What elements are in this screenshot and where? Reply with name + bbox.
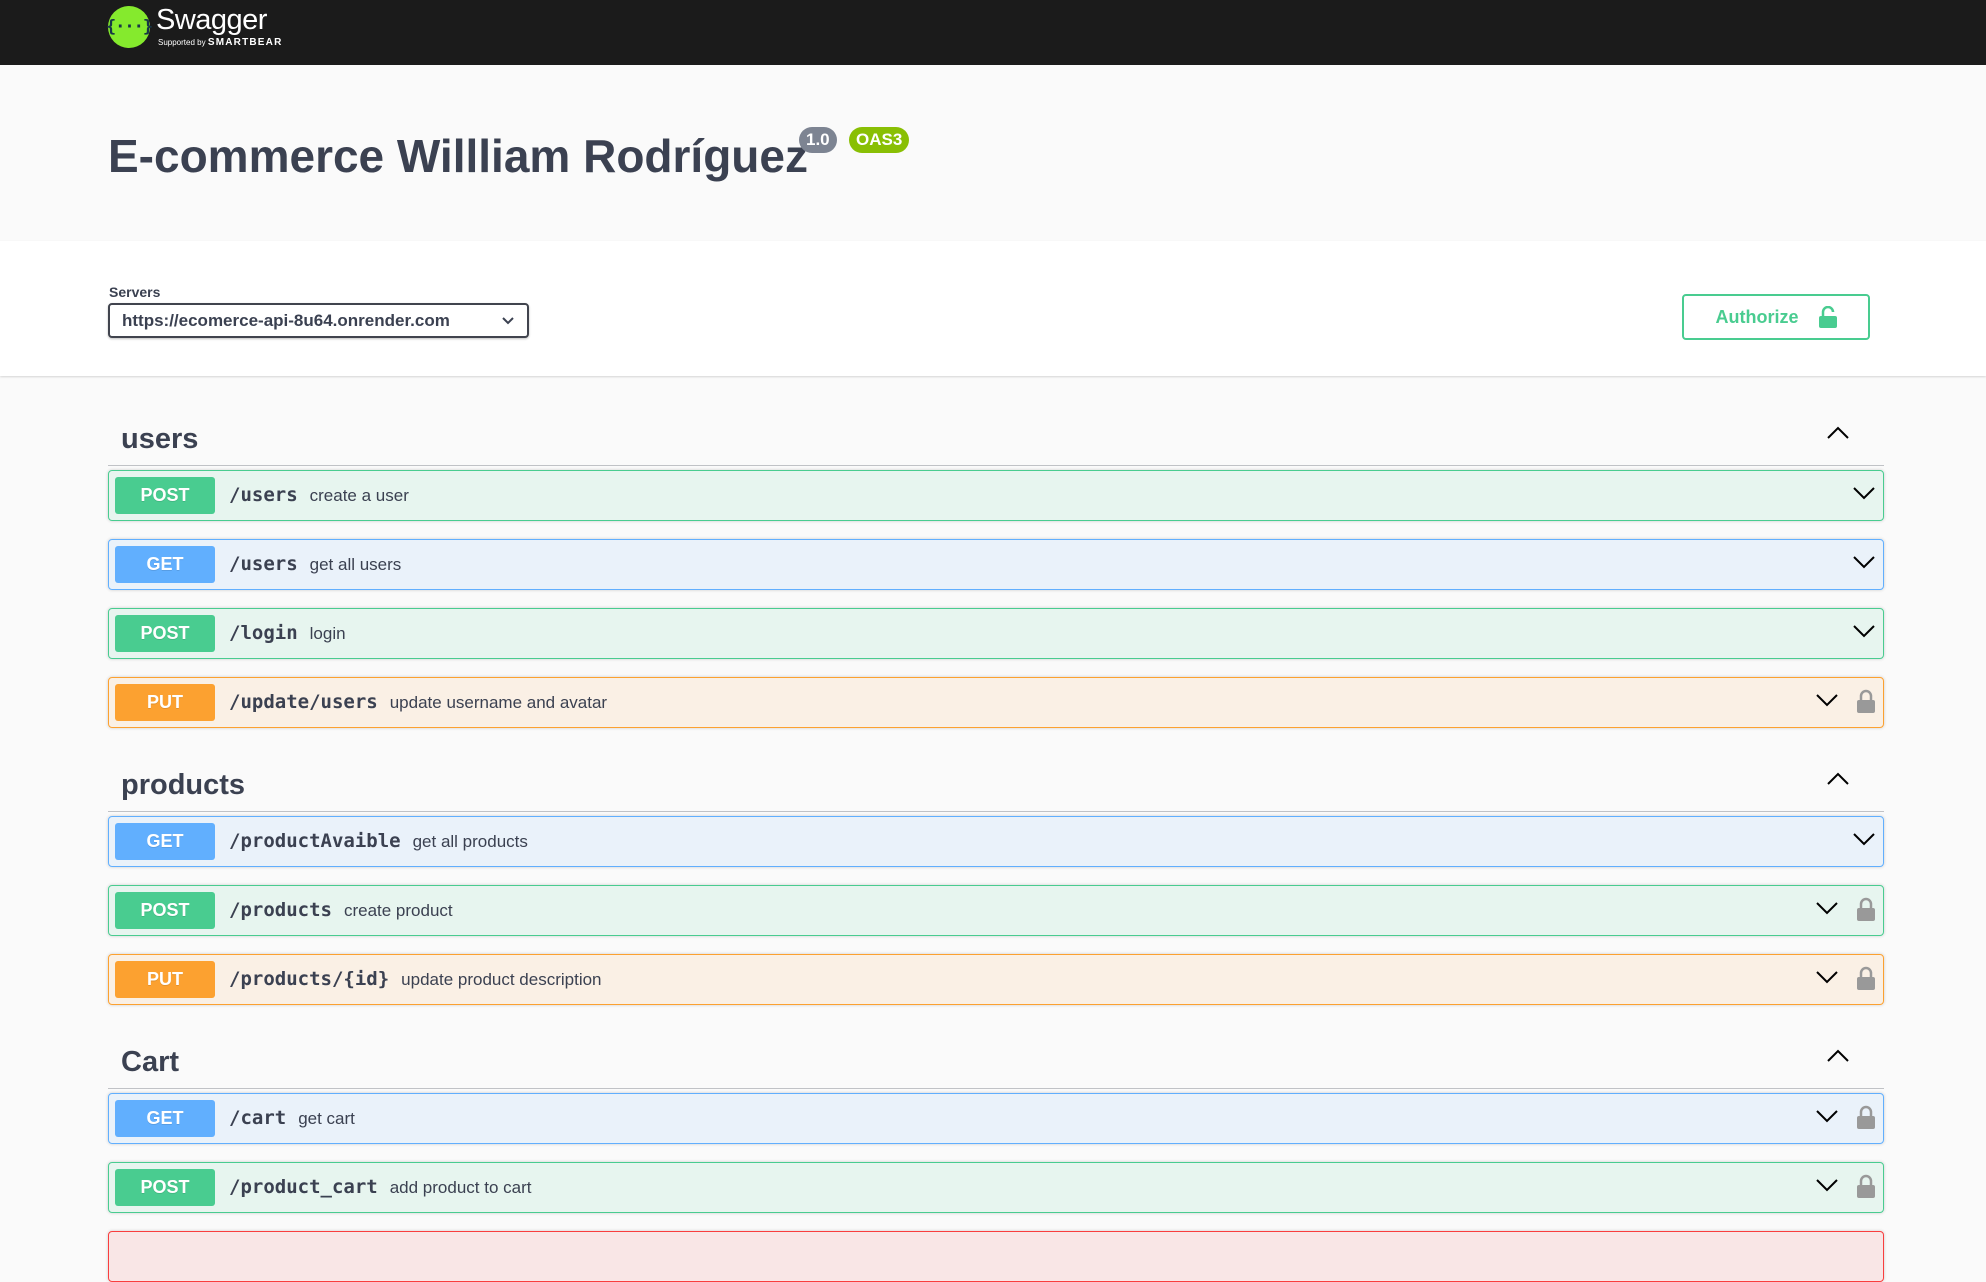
operation-summary: create product [343,901,453,920]
servers-select[interactable]: https://ecomerce-api-8u64.onrender.com [108,303,529,338]
tag-title: users [121,423,199,455]
api-title: E-commerce Willliam Rodríguez [108,130,808,182]
oas-badge: OAS3 [849,127,910,153]
method-badge: GET [115,823,215,860]
servers-label: Servers [109,284,161,300]
lock-icon[interactable] [1857,966,1875,995]
method-badge: GET [115,1100,215,1137]
swagger-logo-name: Swagger [156,4,267,36]
operation-partial[interactable] [108,1231,1884,1282]
operation-path: /product_cart add product to cart [229,1176,532,1198]
top-bar: {···} Swagger Supported by SMARTBEAR [0,0,1986,65]
chevron-down-icon[interactable] [1815,693,1839,712]
chevron-down-icon[interactable] [1815,901,1839,920]
chevron-up-icon[interactable] [1826,426,1850,445]
api-info: E-commerce Willliam Rodríguez 1.0 OAS3 [0,65,1986,241]
chevron-down-icon[interactable] [1852,486,1876,505]
operation-get[interactable]: GET/cart get cart [108,1093,1884,1144]
operation-path: /products/{id} update product description [229,968,602,990]
method-badge: PUT [115,961,215,998]
authorize-label: Authorize [1715,306,1799,327]
operation-path: /update/users update username and avatar [229,691,608,713]
method-badge: POST [115,615,215,652]
chevron-down-icon[interactable] [1852,555,1876,574]
chevron-down-icon[interactable] [1815,1109,1839,1128]
scheme-container: Servers https://ecomerce-api-8u64.onrend… [0,241,1986,376]
operation-summary: get all products [412,832,528,851]
tag-title: products [121,769,246,801]
lock-open-icon [1818,306,1837,328]
method-badge: POST [115,1169,215,1206]
operation-post[interactable]: POST/users create a user [108,470,1884,521]
operation-get[interactable]: GET/users get all users [108,539,1884,590]
operation-path: /login login [229,622,346,644]
operation-post[interactable]: POST/products create product [108,885,1884,936]
chevron-down-icon [502,316,514,324]
operation-post[interactable]: POST/login login [108,608,1884,659]
operation-summary: get all users [309,555,402,574]
operation-summary: create a user [309,486,409,505]
method-badge: PUT [115,684,215,721]
operation-put[interactable]: PUT/update/users update username and avat… [108,677,1884,728]
swagger-logo[interactable]: {···} Swagger Supported by SMARTBEAR [106,3,283,51]
operation-post[interactable]: POST/product_cart add product to cart [108,1162,1884,1213]
operation-summary: update product description [401,970,602,989]
tag-title: Cart [121,1046,180,1078]
operation-path: /productAvaible get all products [229,830,528,852]
version-badge: 1.0 [799,127,837,153]
chevron-up-icon[interactable] [1826,1049,1850,1068]
operation-summary: get cart [298,1109,355,1128]
chevron-down-icon[interactable] [1815,1178,1839,1197]
authorize-button[interactable]: Authorize [1682,294,1870,340]
lock-icon[interactable] [1857,897,1875,926]
operation-summary: login [309,624,346,643]
operation-get[interactable]: GET/productAvaible get all products [108,816,1884,867]
servers-select-value: https://ecomerce-api-8u64.onrender.com [122,310,450,330]
tag-section-products[interactable]: products [108,757,1884,812]
chevron-down-icon[interactable] [1852,624,1876,643]
lock-icon[interactable] [1857,1105,1875,1134]
swagger-logo-icon: {···} [106,6,153,48]
operation-path: /cart get cart [229,1107,355,1129]
method-badge: POST [115,477,215,514]
chevron-up-icon[interactable] [1826,772,1850,791]
swagger-logo-tagline: Supported by SMARTBEAR [158,37,283,48]
chevron-down-icon[interactable] [1852,832,1876,851]
method-badge: POST [115,892,215,929]
operation-path: /users get all users [229,553,402,575]
operation-summary: add product to cart [389,1178,532,1197]
method-badge: GET [115,546,215,583]
operation-path: /users create a user [229,484,409,506]
tag-section-cart[interactable]: Cart [108,1034,1884,1089]
tag-section-users[interactable]: users [108,411,1884,466]
chevron-down-icon[interactable] [1815,970,1839,989]
operation-summary: update username and avatar [389,693,608,712]
lock-icon[interactable] [1857,1174,1875,1203]
lock-icon[interactable] [1857,689,1875,718]
operation-path: /products create product [229,899,453,921]
operation-put[interactable]: PUT/products/{id} update product descript… [108,954,1884,1005]
